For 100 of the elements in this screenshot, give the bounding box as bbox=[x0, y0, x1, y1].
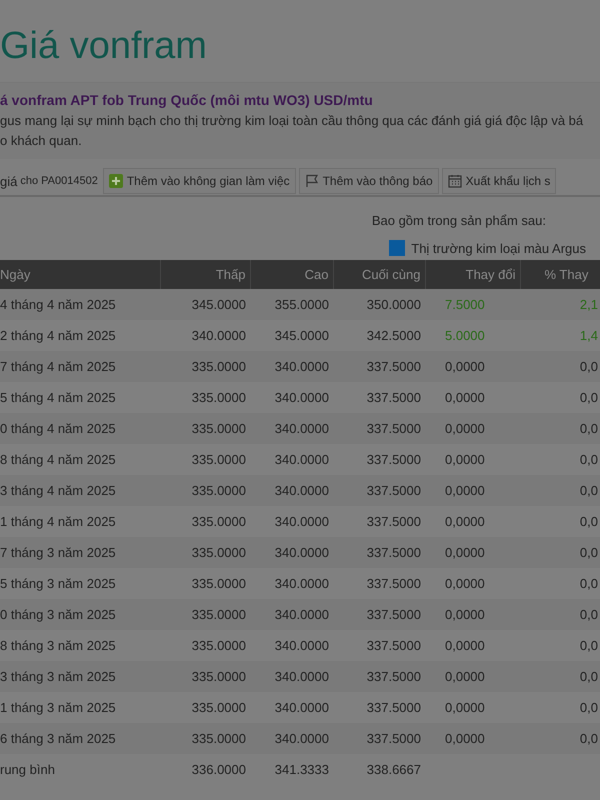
date-cell: 6 tháng 3 năm 2025 bbox=[0, 723, 160, 754]
change-cell: 0,0000 bbox=[425, 351, 520, 382]
plus-icon bbox=[108, 174, 123, 188]
table-cell: 335.0000 bbox=[160, 723, 250, 754]
table-cell: 336.0000 bbox=[160, 754, 250, 785]
table-cell: 337.5000 bbox=[333, 413, 425, 444]
table-cell: 337.5000 bbox=[333, 351, 425, 382]
table-cell: 337.5000 bbox=[333, 630, 425, 661]
percent-cell: 1,4 bbox=[520, 320, 600, 351]
table-cell: 345.0000 bbox=[160, 289, 250, 320]
section-description: gus mang lại sự minh bạch cho thị trường kim loại toàn cầu thông qua các đánh giá giá độc lập và bá o khách quan. bbox=[0, 112, 584, 150]
percent-cell: 0,0 bbox=[520, 599, 600, 630]
table-cell: 335.0000 bbox=[160, 506, 250, 537]
alert-button[interactable]: Thêm vào thông báo bbox=[298, 168, 439, 194]
table-cell: 340.0000 bbox=[250, 413, 333, 444]
percent-cell: 0,0 bbox=[520, 413, 600, 444]
table-cell: 335.0000 bbox=[160, 351, 250, 382]
table-cell: 337.5000 bbox=[333, 444, 425, 475]
percent-cell: 0,0 bbox=[520, 351, 600, 382]
change-cell: 0,0000 bbox=[425, 475, 520, 506]
percent-cell: 2,1 bbox=[520, 289, 600, 320]
price-code: cho PA0014502 bbox=[20, 175, 98, 187]
date-cell: 5 tháng 4 năm 2025 bbox=[0, 382, 160, 413]
change-cell: 0,0000 bbox=[425, 444, 520, 475]
table-cell: 340.0000 bbox=[250, 444, 333, 475]
table-cell: 335.0000 bbox=[160, 537, 250, 568]
table-cell: 337.5000 bbox=[333, 661, 425, 692]
date-cell: 4 tháng 4 năm 2025 bbox=[0, 289, 160, 320]
table-cell: 355.0000 bbox=[250, 289, 333, 320]
included-label: Bao gồm trong sản phẩm sau: bbox=[372, 213, 546, 228]
table-cell: 340.0000 bbox=[250, 382, 333, 413]
table-cell: 340.0000 bbox=[250, 661, 333, 692]
change-cell: 0,0000 bbox=[425, 599, 520, 630]
change-cell: 0,0000 bbox=[425, 537, 520, 568]
table-cell: 335.0000 bbox=[160, 599, 250, 630]
calendar-icon bbox=[448, 174, 462, 188]
change-cell: 7.5000 bbox=[425, 289, 520, 320]
table-cell: 335.0000 bbox=[160, 444, 250, 475]
table-cell: 340.0000 bbox=[250, 351, 333, 382]
change-cell: 5.0000 bbox=[425, 320, 520, 351]
table-cell: 337.5000 bbox=[333, 723, 425, 754]
table-cell: 340.0000 bbox=[250, 599, 333, 630]
table-cell: 340.0000 bbox=[250, 723, 333, 754]
table-cell: 335.0000 bbox=[160, 382, 250, 413]
percent-cell: 0,0 bbox=[520, 475, 600, 506]
change-cell: 0,0000 bbox=[425, 568, 520, 599]
section-subtitle: á vonfram APT fob Trung Quốc (môi mtu WO3) USD/mtu bbox=[0, 92, 374, 108]
date-cell: 3 tháng 4 năm 2025 bbox=[0, 475, 160, 506]
table-cell: 341.3333 bbox=[250, 754, 333, 785]
percent-cell: 0,0 bbox=[520, 444, 600, 475]
table-cell: 340.0000 bbox=[250, 692, 333, 723]
table-cell: 337.5000 bbox=[333, 382, 425, 413]
table-cell: 337.5000 bbox=[333, 568, 425, 599]
percent-cell: 0,0 bbox=[520, 692, 600, 723]
table-cell: 340.0000 bbox=[250, 537, 333, 568]
table-cell: 340.0000 bbox=[250, 506, 333, 537]
table-cell: 345.0000 bbox=[250, 320, 333, 351]
table-cell: 335.0000 bbox=[160, 475, 250, 506]
percent-cell: 0,0 bbox=[520, 723, 600, 754]
date-cell: 1 tháng 3 năm 2025 bbox=[0, 692, 160, 723]
change-cell: 0,0000 bbox=[425, 630, 520, 661]
percent-cell: 0,0 bbox=[520, 661, 600, 692]
toolbar-label: giá bbox=[0, 174, 18, 188]
date-cell: 8 tháng 3 năm 2025 bbox=[0, 630, 160, 661]
table-cell: 350.0000 bbox=[333, 289, 425, 320]
date-cell: 7 tháng 3 năm 2025 bbox=[0, 537, 160, 568]
product-name: Thị trường kim loại màu Argus bbox=[411, 240, 586, 256]
date-cell: 0 tháng 4 năm 2025 bbox=[0, 413, 160, 444]
percent-cell: 0,0 bbox=[520, 382, 600, 413]
table-cell: 337.5000 bbox=[333, 692, 425, 723]
change-cell: 0,0000 bbox=[425, 382, 520, 413]
change-cell: 0,0000 bbox=[425, 692, 520, 723]
table-cell: 337.5000 bbox=[333, 599, 425, 630]
table-cell: 337.5000 bbox=[333, 506, 425, 537]
date-cell: 1 tháng 4 năm 2025 bbox=[0, 506, 160, 537]
percent-cell: 0,0 bbox=[520, 506, 600, 537]
change-cell: 0,0000 bbox=[425, 661, 520, 692]
table-cell: 340.0000 bbox=[250, 630, 333, 661]
flag-icon bbox=[304, 174, 319, 188]
change-cell: 0,0000 bbox=[425, 723, 520, 754]
table-cell: 340.0000 bbox=[250, 475, 333, 506]
date-cell: 2 tháng 4 năm 2025 bbox=[0, 320, 160, 351]
percent-cell: 0,0 bbox=[520, 537, 600, 568]
average-label: rung bình bbox=[0, 754, 160, 785]
table-cell: 335.0000 bbox=[160, 413, 250, 444]
page-title: Giá vonfram bbox=[0, 24, 208, 69]
export-button[interactable]: Xuất khẩu lịch s bbox=[442, 168, 556, 194]
table-cell: 335.0000 bbox=[160, 661, 250, 692]
percent-cell: 0,0 bbox=[520, 630, 600, 661]
date-cell: 8 tháng 4 năm 2025 bbox=[0, 444, 160, 475]
table-cell: 337.5000 bbox=[333, 537, 425, 568]
add-button[interactable]: Thêm vào không gian làm việc bbox=[102, 168, 296, 194]
percent-cell: 0,0 bbox=[520, 568, 600, 599]
date-cell: 7 tháng 4 năm 2025 bbox=[0, 351, 160, 382]
change-cell: 0,0000 bbox=[425, 506, 520, 537]
table-cell: 335.0000 bbox=[160, 630, 250, 661]
table-cell: 342.5000 bbox=[333, 320, 425, 351]
table-cell: 340.0000 bbox=[250, 568, 333, 599]
table-cell: 340.0000 bbox=[160, 320, 250, 351]
table-cell: 337.5000 bbox=[333, 475, 425, 506]
